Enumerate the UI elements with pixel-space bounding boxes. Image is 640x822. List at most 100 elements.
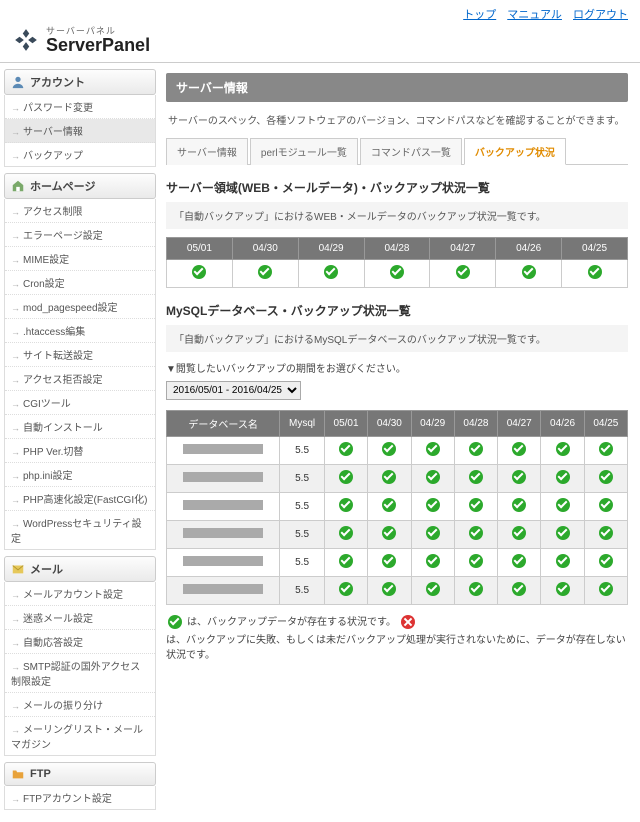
check-icon — [469, 442, 483, 456]
table-cell — [368, 493, 411, 521]
table-cell — [324, 577, 367, 605]
check-icon — [339, 554, 353, 568]
table-cell — [584, 549, 627, 577]
sidebar-item[interactable]: mod_pagespeed設定 — [5, 295, 155, 319]
check-icon — [512, 554, 526, 568]
sidebar-item[interactable]: 自動応答設定 — [5, 630, 155, 654]
table-cell — [411, 465, 454, 493]
table-cell — [454, 577, 497, 605]
sidebar-item[interactable]: .htaccess編集 — [5, 319, 155, 343]
sidebar-item[interactable]: パスワード変更 — [5, 95, 155, 119]
topnav-logout[interactable]: ログアウト — [573, 9, 628, 21]
table-cell — [498, 549, 541, 577]
table-cell — [498, 437, 541, 465]
table-cell — [454, 465, 497, 493]
table-cell — [498, 493, 541, 521]
sidebar-item[interactable]: サイト転送設定 — [5, 343, 155, 367]
tab[interactable]: バックアップ状況 — [464, 138, 566, 165]
table-cell — [454, 549, 497, 577]
tab[interactable]: サーバー情報 — [166, 138, 248, 165]
table-cell — [411, 577, 454, 605]
check-icon — [469, 554, 483, 568]
sidebar-item[interactable]: エラーページ設定 — [5, 223, 155, 247]
check-icon — [426, 526, 440, 540]
table-row: 5.5 — [167, 437, 628, 465]
check-icon — [426, 442, 440, 456]
cross-icon — [401, 615, 415, 629]
sidebar-item[interactable]: PHP Ver.切替 — [5, 439, 155, 463]
db-name-cell — [167, 437, 280, 465]
table-cell — [368, 549, 411, 577]
check-icon — [339, 442, 353, 456]
table-header: 04/30 — [232, 238, 298, 260]
page-title: サーバー情報 — [166, 73, 628, 102]
table-cell — [411, 521, 454, 549]
table-cell — [430, 260, 496, 288]
table-header: Mysql — [280, 411, 325, 437]
table-header: 04/26 — [541, 411, 584, 437]
sidebar-item[interactable]: メーリングリスト・メールマガジン — [5, 717, 155, 755]
table-cell — [496, 260, 562, 288]
table-cell — [498, 577, 541, 605]
sidebar-item[interactable]: SMTP認証の国外アクセス制限設定 — [5, 654, 155, 693]
table-cell — [454, 521, 497, 549]
sidebar-item[interactable]: メールの振り分け — [5, 693, 155, 717]
table-cell — [562, 260, 628, 288]
check-icon — [339, 582, 353, 596]
sidebar-item[interactable]: アクセス制限 — [5, 199, 155, 223]
sidebar-item[interactable]: php.ini設定 — [5, 463, 155, 487]
check-icon — [599, 554, 613, 568]
table-cell — [324, 549, 367, 577]
section1-desc: 「自動バックアップ」におけるWEB・メールデータのバックアップ状況一覧です。 — [166, 202, 628, 229]
db-name-cell — [167, 493, 280, 521]
sidebar-item[interactable]: CGIツール — [5, 391, 155, 415]
table-header: 04/28 — [364, 238, 430, 260]
sidebar-item[interactable]: アクセス拒否設定 — [5, 367, 155, 391]
table-cell — [167, 260, 233, 288]
tab[interactable]: perlモジュール一覧 — [250, 138, 358, 165]
table-header: 05/01 — [324, 411, 367, 437]
table-cell — [498, 521, 541, 549]
tab[interactable]: コマンドパス一覧 — [360, 138, 462, 165]
table-cell — [411, 493, 454, 521]
sidebar-item[interactable]: Cron設定 — [5, 271, 155, 295]
sidebar-item[interactable]: バックアップ — [5, 143, 155, 166]
sidebar-item[interactable]: サーバー情報 — [5, 119, 155, 143]
check-icon — [382, 470, 396, 484]
check-icon — [382, 554, 396, 568]
table-cell — [368, 465, 411, 493]
check-icon — [599, 498, 613, 512]
backup-period-select[interactable]: 2016/05/01 - 2016/04/25 — [166, 381, 301, 400]
table-header: 04/29 — [411, 411, 454, 437]
table-cell — [368, 577, 411, 605]
check-icon — [512, 442, 526, 456]
table-cell — [324, 437, 367, 465]
sidebar-item[interactable]: PHP高速化設定(FastCGI化) — [5, 487, 155, 511]
check-icon — [512, 470, 526, 484]
check-icon — [512, 526, 526, 540]
table-cell — [411, 549, 454, 577]
check-icon — [324, 265, 338, 279]
check-icon — [382, 498, 396, 512]
check-icon — [522, 265, 536, 279]
legend-ng-text: は、バックアップに失敗、もしくは未だバックアップ処理が実行されないために、データ… — [166, 633, 628, 663]
check-icon — [556, 526, 570, 540]
table-cell — [232, 260, 298, 288]
table-cell — [411, 437, 454, 465]
check-icon — [382, 582, 396, 596]
topnav-top[interactable]: トップ — [463, 9, 496, 21]
table-header: 04/25 — [584, 411, 627, 437]
sidebar-item[interactable]: メールアカウント設定 — [5, 582, 155, 606]
legend-ok-text: は、バックアップデータが存在する状況です。 — [187, 615, 396, 630]
topnav-manual[interactable]: マニュアル — [507, 9, 562, 21]
sidebar-item[interactable]: WordPressセキュリティ設定 — [5, 511, 155, 549]
table-cell — [584, 437, 627, 465]
table-cell — [368, 437, 411, 465]
sidebar-item[interactable]: 自動インストール — [5, 415, 155, 439]
sidebar-item[interactable]: FTPアカウント設定 — [5, 786, 155, 809]
table-cell — [584, 465, 627, 493]
mysql-version-cell: 5.5 — [280, 549, 325, 577]
table-header: 04/30 — [368, 411, 411, 437]
sidebar-item[interactable]: MIME設定 — [5, 247, 155, 271]
sidebar-item[interactable]: 迷惑メール設定 — [5, 606, 155, 630]
